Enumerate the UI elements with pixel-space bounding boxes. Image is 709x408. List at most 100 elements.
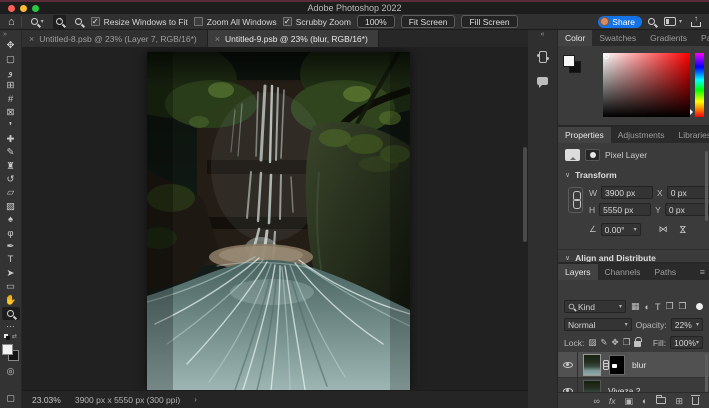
- lock-transparent-pixels-icon[interactable]: ▨: [588, 337, 596, 348]
- mask-properties-icon[interactable]: [585, 149, 600, 161]
- dodge-tool[interactable]: φ: [2, 226, 20, 239]
- layers-scrollbar[interactable]: [705, 354, 708, 392]
- tab-patterns[interactable]: Patterns: [694, 30, 709, 46]
- tab-libraries[interactable]: Libraries: [672, 127, 709, 143]
- blur-tool[interactable]: ♠: [2, 213, 20, 226]
- foreground-color-swatch[interactable]: [563, 55, 575, 67]
- history-brush-tool[interactable]: ↺: [2, 173, 20, 186]
- add-layer-mask-icon[interactable]: ▣: [625, 396, 634, 406]
- search-icon[interactable]: [648, 18, 655, 25]
- zoom-percentage-field[interactable]: 23.03%: [32, 395, 61, 405]
- saturation-brightness-field[interactable]: [603, 53, 690, 117]
- tab-properties[interactable]: Properties: [558, 127, 611, 143]
- filter-smart-objects-icon[interactable]: ❐: [679, 301, 687, 312]
- layer-row-blur[interactable]: blur: [558, 352, 709, 378]
- new-layer-icon[interactable]: ⊞: [675, 396, 683, 406]
- properties-scrollbar[interactable]: [705, 151, 708, 221]
- angle-field[interactable]: 0.00° ▾: [601, 223, 641, 236]
- visibility-cell[interactable]: [558, 378, 578, 392]
- x-field[interactable]: 0 px: [667, 186, 709, 199]
- clone-stamp-tool[interactable]: ♜: [2, 160, 20, 173]
- delete-layer-icon[interactable]: [692, 397, 699, 405]
- share-button[interactable]: Share: [598, 16, 642, 28]
- adjustment-layer-icon[interactable]: ◐: [642, 396, 647, 406]
- filter-type-layers-icon[interactable]: T: [655, 302, 661, 312]
- layer-name[interactable]: blur: [632, 360, 646, 370]
- shape-tool[interactable]: ▭: [2, 280, 20, 293]
- tab-channels[interactable]: Channels: [598, 264, 648, 280]
- resize-windows-checkbox[interactable]: ✓ Resize Windows to Fit: [91, 17, 188, 27]
- document-scrollbar[interactable]: [523, 147, 527, 242]
- eye-icon[interactable]: [563, 362, 573, 368]
- lock-artboard-icon[interactable]: ❐: [623, 337, 631, 348]
- fill-screen-button[interactable]: Fill Screen: [461, 15, 517, 28]
- type-tool[interactable]: T: [2, 253, 20, 266]
- width-field[interactable]: 3900 px: [601, 186, 653, 199]
- tab-adjustments[interactable]: Adjustments: [611, 127, 672, 143]
- zoom-100-button[interactable]: 100%: [357, 15, 395, 28]
- expand-dock-icon[interactable]: «: [541, 31, 545, 41]
- hand-tool[interactable]: ✋: [2, 293, 20, 306]
- document-tab-untitled-8[interactable]: × Untitled-8.psb @ 23% (Layer 7, RGB/16*…: [22, 30, 208, 47]
- document-tab-untitled-9[interactable]: × Untitled-9.psb @ 23% (blur, RGB/16*): [208, 30, 379, 47]
- lock-image-pixels-icon[interactable]: ✎: [600, 337, 607, 348]
- height-field[interactable]: 5550 px: [599, 203, 651, 216]
- zoom-out-button[interactable]: −: [72, 16, 85, 27]
- path-selection-tool[interactable]: ➤: [2, 267, 20, 280]
- pixel-layer-icon[interactable]: [565, 149, 580, 161]
- blend-mode-dropdown[interactable]: Normal ▾: [564, 318, 632, 331]
- canvas-photo[interactable]: [147, 52, 410, 390]
- flip-vertical-icon[interactable]: ⋈: [677, 225, 688, 234]
- default-colors-icon[interactable]: [4, 334, 10, 340]
- home-icon[interactable]: ⌂: [8, 17, 15, 27]
- status-chevron-icon[interactable]: ›: [194, 395, 197, 404]
- brush-tool[interactable]: ✎: [2, 146, 20, 159]
- checkbox[interactable]: ✓: [283, 17, 292, 26]
- fit-screen-button[interactable]: Fit Screen: [401, 15, 456, 28]
- zoom-tool-preset[interactable]: ▾: [28, 16, 47, 27]
- canvas-pasteboard[interactable]: [22, 47, 528, 390]
- plugins-icon[interactable]: [539, 51, 547, 63]
- scrubby-zoom-checkbox[interactable]: ✓ Scrubby Zoom: [283, 17, 351, 27]
- edit-toolbar-icon[interactable]: …: [6, 320, 15, 330]
- new-group-icon[interactable]: [656, 397, 666, 404]
- mask-link-icon[interactable]: [602, 360, 608, 370]
- filter-toggle[interactable]: [696, 303, 703, 310]
- layer-row-viveza-2[interactable]: Viveza 2: [558, 378, 709, 392]
- object-selection-tool[interactable]: ⊞: [2, 79, 20, 92]
- tab-swatches[interactable]: Swatches: [592, 30, 643, 46]
- pen-tool[interactable]: ✒: [2, 240, 20, 253]
- color-picker-marker[interactable]: [604, 54, 609, 59]
- filter-pixel-layers-icon[interactable]: ▦: [631, 301, 640, 312]
- layer-thumbnail[interactable]: [583, 354, 601, 376]
- layer-style-icon[interactable]: fx: [609, 396, 616, 406]
- hue-slider[interactable]: [695, 53, 704, 117]
- eyedropper-tool[interactable]: ❜: [2, 119, 20, 132]
- zoom-all-windows-checkbox[interactable]: ✓ Zoom All Windows: [194, 17, 277, 27]
- link-layers-icon[interactable]: ∞: [593, 396, 599, 406]
- swap-colors-icon[interactable]: ⇄: [12, 333, 17, 340]
- toolbar-collapse-icon[interactable]: »: [3, 31, 7, 39]
- move-tool[interactable]: ✥: [2, 39, 20, 52]
- flip-horizontal-icon[interactable]: ⋈: [659, 224, 668, 235]
- tab-color[interactable]: Color: [558, 30, 592, 46]
- close-tab-icon[interactable]: ×: [215, 34, 220, 44]
- filter-adjustment-layers-icon[interactable]: ◐: [645, 302, 650, 312]
- frame-tool[interactable]: ⊠: [2, 106, 20, 119]
- layer-thumbnail[interactable]: [583, 380, 601, 393]
- tab-paths[interactable]: Paths: [647, 264, 683, 280]
- marquee-tool[interactable]: ▢: [2, 52, 20, 65]
- eraser-tool[interactable]: ▱: [2, 186, 20, 199]
- opacity-dropdown[interactable]: 22% ▾: [671, 318, 703, 331]
- panel-menu-icon[interactable]: ≡: [700, 264, 709, 280]
- foreground-color-swatch[interactable]: [2, 344, 13, 355]
- default-colors-controls[interactable]: ⇄: [4, 332, 17, 341]
- layer-filter-dropdown[interactable]: Kind ▾: [564, 300, 626, 313]
- checkbox[interactable]: ✓: [91, 17, 100, 26]
- tab-layers[interactable]: Layers: [558, 264, 598, 280]
- screen-mode-icon[interactable]: ▢: [6, 393, 15, 404]
- foreground-background-swatches[interactable]: [2, 344, 19, 361]
- export-icon[interactable]: [691, 17, 701, 27]
- crop-tool[interactable]: #: [2, 93, 20, 106]
- visibility-cell[interactable]: [558, 352, 578, 377]
